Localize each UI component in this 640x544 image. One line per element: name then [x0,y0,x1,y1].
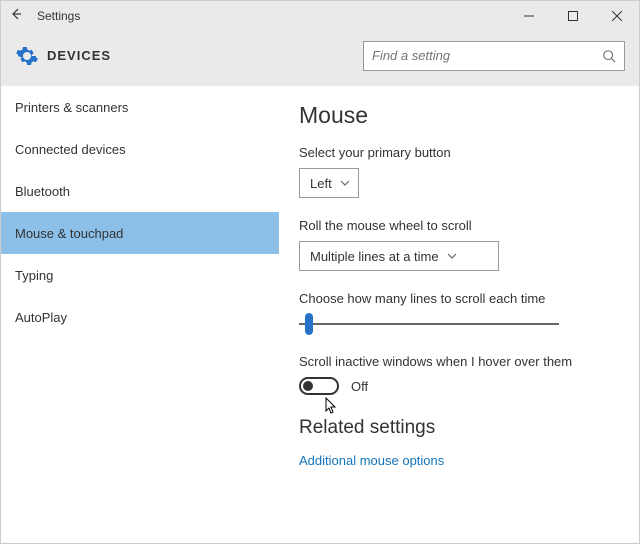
sidebar-item-bluetooth[interactable]: Bluetooth [1,170,279,212]
sidebar-item-label: Typing [15,268,53,283]
lines-label: Choose how many lines to scroll each tim… [299,291,619,306]
search-box[interactable] [363,41,625,71]
hover-label: Scroll inactive windows when I hover ove… [299,354,619,369]
sidebar-item-typing[interactable]: Typing [1,254,279,296]
sidebar-item-label: AutoPlay [15,310,67,325]
search-input[interactable] [372,48,602,63]
gear-icon [15,44,39,68]
sidebar-item-label: Bluetooth [15,184,70,199]
wheel-dropdown[interactable]: Multiple lines at a time [299,241,499,271]
sidebar-item-label: Mouse & touchpad [15,226,123,241]
chevron-down-icon [340,176,350,191]
slider-thumb[interactable] [305,313,313,335]
sidebar-item-mouse[interactable]: Mouse & touchpad [1,212,279,254]
sidebar-item-label: Printers & scanners [15,100,128,115]
search-icon [602,49,616,63]
header: DEVICES [1,31,639,86]
sidebar-item-connected[interactable]: Connected devices [1,128,279,170]
close-button[interactable] [595,1,639,31]
dropdown-value: Multiple lines at a time [310,249,439,264]
titlebar: Settings [1,1,639,31]
primary-button-dropdown[interactable]: Left [299,168,359,198]
dropdown-value: Left [310,176,332,191]
maximize-button[interactable] [551,1,595,31]
hover-toggle[interactable] [299,377,339,395]
slider-track [299,323,559,325]
lines-slider[interactable] [299,314,559,334]
sidebar-item-label: Connected devices [15,142,126,157]
wheel-label: Roll the mouse wheel to scroll [299,218,619,233]
toggle-knob [303,381,313,391]
minimize-button[interactable] [507,1,551,31]
sidebar: Printers & scanners Connected devices Bl… [1,86,279,543]
toggle-state: Off [351,379,368,394]
sidebar-item-autoplay[interactable]: AutoPlay [1,296,279,338]
related-heading: Related settings [299,417,619,439]
chevron-down-icon [447,249,457,264]
section-title: DEVICES [47,48,363,63]
back-button[interactable] [1,6,31,27]
page-title: Mouse [299,102,619,129]
cursor-icon [325,397,339,415]
primary-button-label: Select your primary button [299,145,619,160]
main-panel: Mouse Select your primary button Left Ro… [279,86,639,543]
additional-mouse-link[interactable]: Additional mouse options [299,453,619,468]
sidebar-item-printers[interactable]: Printers & scanners [1,86,279,128]
window-title: Settings [31,9,507,23]
